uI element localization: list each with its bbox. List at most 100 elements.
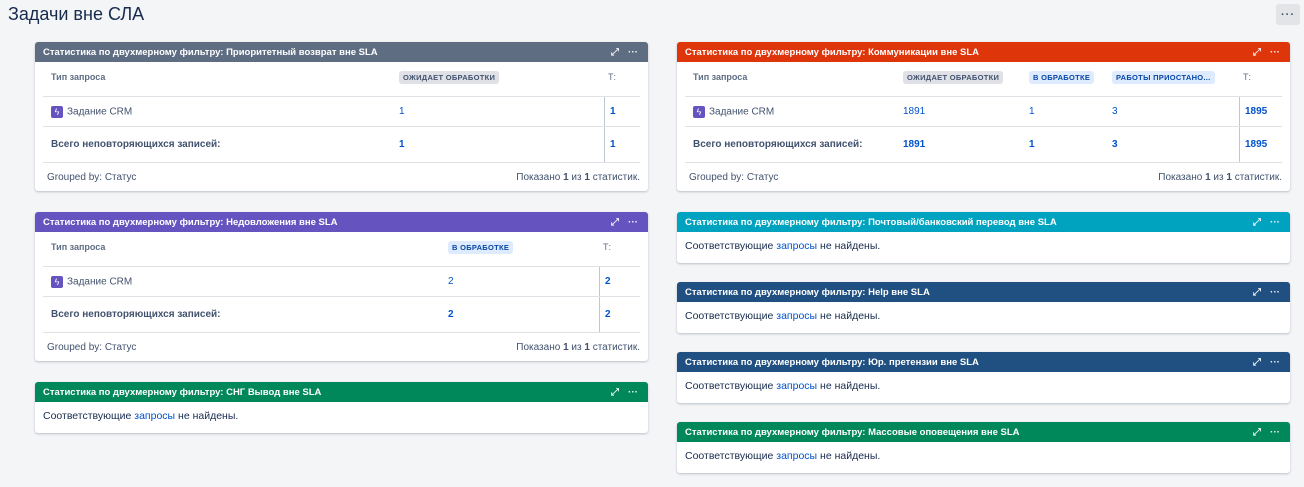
gadget-header: Статистика по двухмерному фильтру: СНГ В… [35,382,648,402]
type-header: Тип запроса [693,72,748,82]
issues-link[interactable]: запросы [776,240,817,252]
total-label: Всего неповторяющихся записей: [51,139,221,150]
gadget-footer: Grouped by: Статус Показано 1 из 1 стати… [685,162,1282,191]
gadget-title: Статистика по двухмерному фильтру: Комму… [685,46,980,58]
gadget-title: Статистика по двухмерному фильтру: Юр. п… [685,356,979,368]
sum-total[interactable]: 1895 [1245,139,1267,150]
total-label: Всего неповторяющихся записей: [51,309,221,320]
more-icon[interactable]: ··· [626,47,640,58]
gadget-header: Статистика по двухмерному фильтру: Комму… [677,42,1290,62]
gadget-postal: Статистика по двухмерному фильтру: Почто… [677,212,1290,263]
grouped-by: Grouped by: Статус [689,172,779,183]
status-lozenge[interactable]: ОЖИДАЕТ ОБРАБОТКИ [903,70,1004,84]
status-lozenge[interactable]: РАБОТЫ ПРИОСТАНО... [1112,70,1215,84]
table-row: ϟ Задание CRM 1 1 [43,96,640,126]
shown-count: Показано 1 из 1 статистик. [516,172,640,183]
more-icon[interactable]: ··· [626,217,640,228]
row-label: ϟ Задание CRM [51,105,133,118]
grouped-by: Grouped by: Статус [47,342,137,353]
row-label-text: Задание CRM [67,276,133,288]
gadget-footer: Grouped by: Статус Показано 1 из 1 стати… [43,162,640,191]
empty-message: Соответствующие запросы не найдены. [43,410,239,422]
shown-count: Показано 1 из 1 статистик. [516,342,640,353]
sum-value[interactable]: 3 [1112,139,1118,150]
gadget-nedovlozheniya: Статистика по двухмерному фильтру: Недов… [35,212,648,361]
row-label: ϟ Задание CRM [693,105,775,118]
gadget-title: Статистика по двухмерному фильтру: Приор… [43,46,378,58]
cell-total[interactable]: 1 [610,106,616,117]
bolt-icon: ϟ [51,275,63,288]
sum-value[interactable]: 1 [399,139,405,150]
status-lozenge[interactable]: В ОБРАБОТКЕ [1029,70,1095,84]
shown-count: Показано 1 из 1 статистик. [1158,172,1282,183]
total-header: Т: [608,72,616,82]
gadget-legal: Статистика по двухмерному фильтру: Юр. п… [677,352,1290,403]
issues-link[interactable]: запросы [134,410,175,422]
expand-icon[interactable]: ⤢ [608,387,622,398]
dashboard-more-button[interactable]: ··· [1276,4,1300,25]
cell-value[interactable]: 1 [399,106,405,117]
gadget-footer: Grouped by: Статус Показано 1 из 1 стати… [43,332,640,361]
gadget-header: Статистика по двухмерному фильтру: Юр. п… [677,352,1290,372]
more-icon[interactable]: ··· [626,387,640,398]
expand-icon[interactable]: ⤢ [1250,287,1264,298]
total-header: Т: [1243,72,1251,82]
total-row: Всего неповторяющихся записей: 2 2 [43,296,640,332]
total-label: Всего неповторяющихся записей: [693,139,863,150]
expand-icon[interactable]: ⤢ [1250,357,1264,368]
gadget-header: Статистика по двухмерному фильтру: Почто… [677,212,1290,232]
sum-total[interactable]: 2 [605,309,611,320]
more-icon[interactable]: ··· [1268,287,1282,298]
gadget-header: Статистика по двухмерному фильтру: Help … [677,282,1290,302]
row-label-text: Задание CRM [709,106,775,118]
gadget-title: Статистика по двухмерному фильтру: Недов… [43,216,338,228]
gadget-mass-notifications: Статистика по двухмерному фильтру: Массо… [677,422,1290,473]
expand-icon[interactable]: ⤢ [608,47,622,58]
status-lozenge[interactable]: ОЖИДАЕТ ОБРАБОТКИ [399,70,500,84]
expand-icon[interactable]: ⤢ [1250,47,1264,58]
gadget-communications: Статистика по двухмерному фильтру: Комму… [677,42,1290,191]
expand-icon[interactable]: ⤢ [1250,427,1264,438]
row-label: ϟ Задание CRM [51,275,133,288]
sum-value[interactable]: 1891 [903,139,925,150]
gadget-title: Статистика по двухмерному фильтру: Почто… [685,216,1057,228]
gadget-header: Статистика по двухмерному фильтру: Недов… [35,212,648,232]
bolt-icon: ϟ [693,105,705,118]
sum-value[interactable]: 2 [448,309,454,320]
issues-link[interactable]: запросы [776,310,817,322]
page-title: Задачи вне СЛА [8,4,145,24]
grouped-by: Grouped by: Статус [47,172,137,183]
sum-total[interactable]: 1 [610,139,616,150]
type-header: Тип запроса [51,242,106,252]
row-label-text: Задание CRM [67,106,133,118]
cell-value[interactable]: 3 [1112,106,1118,117]
empty-message: Соответствующие запросы не найдены. [685,450,881,462]
gadget-priority-return: Статистика по двухмерному фильтру: Приор… [35,42,648,191]
gadget-title: Статистика по двухмерному фильтру: Массо… [685,426,1020,438]
sum-value[interactable]: 1 [1029,139,1035,150]
bolt-icon: ϟ [51,105,63,118]
cell-value[interactable]: 1891 [903,106,925,117]
total-header: Т: [603,242,611,252]
more-icon[interactable]: ··· [1268,357,1282,368]
expand-icon[interactable]: ⤢ [608,217,622,228]
cell-total[interactable]: 1895 [1245,106,1267,117]
more-icon[interactable]: ··· [1268,217,1282,228]
type-header: Тип запроса [51,72,106,82]
total-row: Всего неповторяющихся записей: 1891 1 3 … [685,126,1282,162]
issues-link[interactable]: запросы [776,380,817,392]
gadget-help: Статистика по двухмерному фильтру: Help … [677,282,1290,333]
expand-icon[interactable]: ⤢ [1250,217,1264,228]
issues-link[interactable]: запросы [776,450,817,462]
gadget-header: Статистика по двухмерному фильтру: Приор… [35,42,648,62]
more-icon[interactable]: ··· [1268,47,1282,58]
total-row: Всего неповторяющихся записей: 1 1 [43,126,640,162]
status-lozenge[interactable]: В ОБРАБОТКЕ [448,240,514,254]
table-row: ϟ Задание CRM 1891 1 3 1895 [685,96,1282,126]
cell-value[interactable]: 1 [1029,106,1035,117]
cell-total[interactable]: 2 [605,276,611,287]
more-icon[interactable]: ··· [1268,427,1282,438]
cell-value[interactable]: 2 [448,276,454,287]
gadget-title: Статистика по двухмерному фильтру: Help … [685,286,930,298]
empty-message: Соответствующие запросы не найдены. [685,310,881,322]
